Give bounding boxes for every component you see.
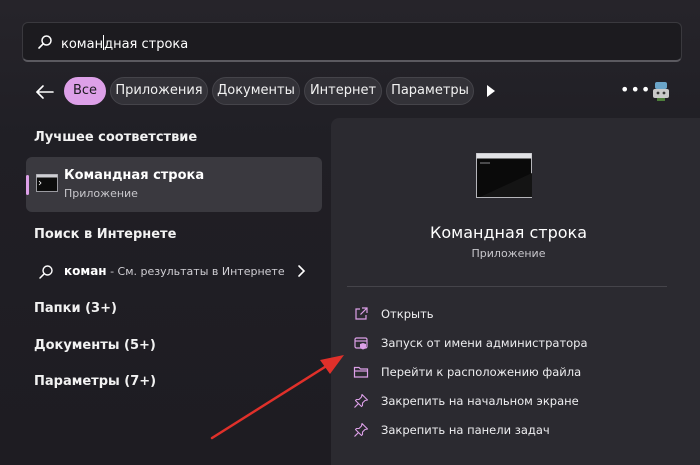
best-match-type: Приложение [64,187,138,200]
action-label: Запуск от имени администратора [381,336,588,350]
web-search-term: коман [64,264,107,278]
action-pin-to-start[interactable]: Закрепить на начальном экране [353,390,673,414]
action-label: Открыть [381,307,434,321]
back-arrow-icon[interactable] [33,80,57,104]
more-filters-play-icon[interactable] [487,85,495,97]
best-match-name: Командная строка [64,168,205,183]
best-match-item[interactable]: Командная строка Приложение [26,157,322,212]
pin-icon [354,422,369,437]
search-input[interactable]: командная строка [61,35,188,52]
start-search-panel: командная строка Все Приложения Документ… [0,0,700,465]
web-search-text: коман - См. результаты в Интернете [64,264,285,278]
search-typed: коман [61,37,104,52]
search-icon [38,35,52,49]
web-search-hint: - См. результаты в Интернете [106,265,285,278]
settings-section[interactable]: Параметры (7+) [34,374,156,389]
search-icon [39,265,53,279]
filter-chip-apps[interactable]: Приложения [110,77,208,105]
action-label: Перейти к расположению файла [381,365,582,379]
detail-subtitle: Приложение [471,247,546,260]
folders-section[interactable]: Папки (3+) [34,301,117,316]
filter-chip-documents[interactable]: Документы [212,77,300,105]
search-autocomplete: дная строка [104,37,189,52]
command-prompt-large-icon [476,153,532,198]
open-external-icon [355,307,368,320]
documents-section[interactable]: Документы (5+) [34,338,156,353]
action-run-as-admin[interactable]: Запуск от имени администратора [353,332,673,356]
filter-chip-settings[interactable]: Параметры [386,77,474,105]
command-prompt-icon [36,174,58,192]
admin-shield-icon [354,337,368,350]
search-box[interactable]: командная строка [22,22,682,62]
detail-title: Командная строка [429,223,588,242]
selection-indicator [26,175,29,195]
filter-chip-internet[interactable]: Интернет [304,77,382,105]
web-search-heading: Поиск в Интернете [34,227,177,242]
best-match-heading: Лучшее соответствие [34,130,198,145]
folder-icon [353,366,369,378]
action-pin-to-taskbar[interactable]: Закрепить на панели задач [353,419,673,443]
more-options-icon[interactable]: ••• [620,80,651,99]
action-label: Закрепить на панели задач [381,423,550,437]
divider [347,286,667,287]
action-open[interactable]: Открыть [353,303,673,327]
action-label: Закрепить на начальном экране [381,394,579,408]
filter-chip-all[interactable]: Все [64,77,106,105]
pin-icon [354,393,369,408]
action-open-file-location[interactable]: Перейти к расположению файла [353,361,673,385]
avatar[interactable] [651,80,671,102]
detail-pane: Командная строка Приложение Открыть Запу… [331,118,700,465]
web-search-item[interactable]: коман - См. результаты в Интернете [26,258,322,286]
chevron-right-icon[interactable] [296,264,306,278]
